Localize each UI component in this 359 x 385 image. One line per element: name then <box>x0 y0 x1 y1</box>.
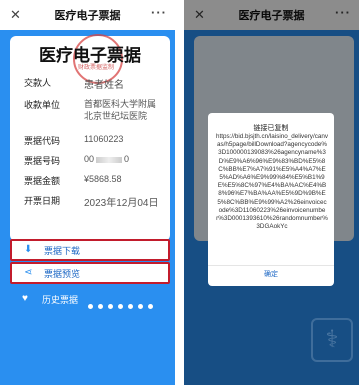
dot <box>98 304 103 309</box>
dialog-divider <box>208 265 334 266</box>
dot <box>138 304 143 309</box>
row-label: 票据号码 <box>24 156 61 166</box>
heart-icon: ♥ <box>22 293 28 304</box>
row-value: 2023年12月04日 <box>84 198 159 209</box>
row-value: ¥5868.58 <box>84 174 122 184</box>
link-copied-dialog: 链接已复制 https://bid.bjsjth.cn/laisino_deli… <box>208 113 334 286</box>
screenshot-root: ✕ 医疗电子票据 ··· 财政票据监制 医疗电子票据 交款人 患者姓名 收款单位… <box>0 0 359 385</box>
row-value: 首都医科大学附属北京世纪坛医院 <box>84 99 157 121</box>
dot <box>88 304 93 309</box>
title-bar: ✕ 医疗电子票据 ··· <box>0 0 175 30</box>
window-title: 医疗电子票据 <box>54 10 121 22</box>
watermark-logo-icon: ⚕ <box>311 318 353 362</box>
dialog-title: 链接已复制 <box>253 125 289 132</box>
download-receipt-button[interactable]: ⬇ 票据下载 <box>10 239 170 261</box>
row-label: 交款人 <box>24 78 52 88</box>
dot <box>148 304 153 309</box>
dialog-link-text: https://bid.bjsjth.cn/laisino_delivery/c… <box>216 133 329 231</box>
receipt-title: 医疗电子票据 <box>39 46 141 65</box>
row-value: 11060223 <box>84 134 124 144</box>
dot <box>108 304 113 309</box>
dot <box>118 304 123 309</box>
more-dots-icon[interactable]: ··· <box>151 5 167 20</box>
number-suffix: 0 <box>124 154 130 164</box>
confirm-button[interactable]: 确定 <box>208 269 334 279</box>
row-label: 票据金额 <box>24 176 61 186</box>
download-icon: ⬇ <box>24 244 33 255</box>
close-icon[interactable]: ✕ <box>10 7 21 23</box>
row-value: 00 0 <box>84 154 164 164</box>
left-screen: ✕ 医疗电子票据 ··· 财政票据监制 医疗电子票据 交款人 患者姓名 收款单位… <box>0 0 175 385</box>
redacted-block <box>96 156 123 163</box>
number-prefix: 00 <box>84 154 95 164</box>
menu-label: 历史票据 <box>42 294 79 305</box>
preview-receipt-button[interactable]: ⋖ 票据预览 <box>10 262 170 284</box>
dot <box>128 304 133 309</box>
pagination-dots <box>88 304 153 309</box>
row-value: 患者姓名 <box>84 80 124 91</box>
row-label: 收款单位 <box>24 100 61 110</box>
right-screen: ✕ 医疗电子票据 ··· 链接已复制 https://bid.bjsjth.cn… <box>184 0 359 385</box>
menu-label: 票据下载 <box>44 245 81 256</box>
menu-label: 票据预览 <box>44 268 81 279</box>
panel-separator <box>175 0 184 385</box>
share-icon: ⋖ <box>24 267 33 278</box>
row-label: 票据代码 <box>24 136 61 146</box>
receipt-card: 财政票据监制 医疗电子票据 交款人 患者姓名 收款单位 首都医科大学附属北京世纪… <box>10 34 170 241</box>
row-label: 开票日期 <box>24 196 61 206</box>
